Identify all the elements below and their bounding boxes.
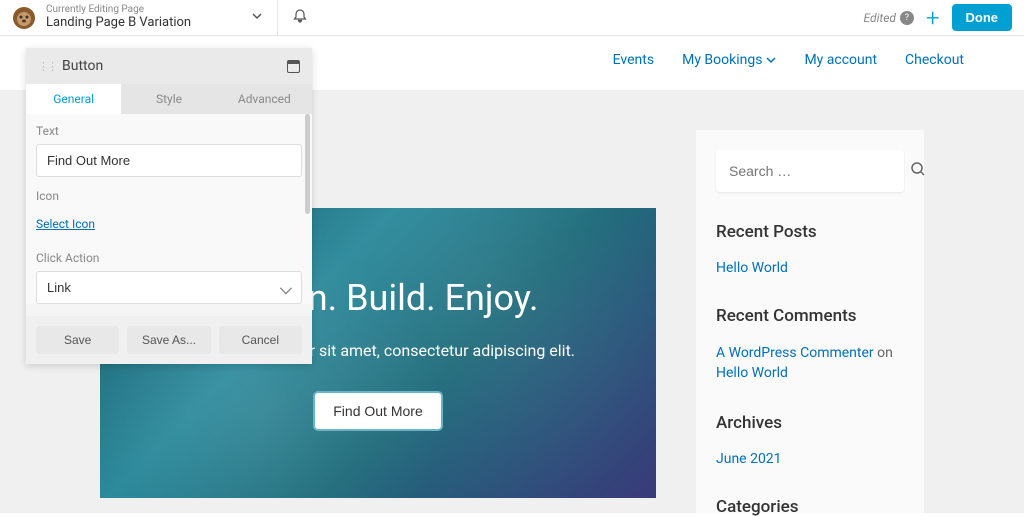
responsive-icon[interactable] — [287, 60, 300, 73]
search-box[interactable] — [716, 150, 904, 192]
text-field-label: Text — [36, 124, 302, 138]
panel-scrollbar[interactable] — [305, 114, 310, 214]
search-icon[interactable] — [910, 161, 926, 181]
categories-title: Categories — [716, 497, 904, 517]
archive-link[interactable]: June 2021 — [716, 451, 904, 467]
click-action-label: Click Action — [36, 251, 302, 265]
nav-bookings[interactable]: My Bookings — [682, 52, 776, 68]
comment-post-link[interactable]: Hello World — [716, 365, 788, 381]
tab-general[interactable]: General — [26, 84, 121, 114]
editing-label: Currently Editing Page — [46, 5, 191, 15]
nav-account[interactable]: My account — [804, 52, 877, 68]
commenter-link[interactable]: A WordPress Commenter — [716, 345, 874, 361]
nav-events[interactable]: Events — [613, 52, 654, 68]
page-title: Landing Page B Variation — [46, 15, 191, 30]
archives-title: Archives — [716, 413, 904, 433]
select-icon-link[interactable]: Select Icon — [36, 209, 302, 239]
topbar: Currently Editing Page Landing Page B Va… — [0, 0, 1024, 36]
panel-header[interactable]: ⋮⋮ Button — [26, 48, 312, 84]
edited-status: Edited ? — [864, 11, 914, 25]
hero-cta-button[interactable]: Find Out More — [315, 393, 440, 429]
sidebar: Recent Posts Hello World Recent Comments… — [696, 130, 924, 513]
panel-actions: Save Save As... Cancel — [26, 316, 312, 364]
settings-panel: ⋮⋮ Button General Style Advanced Text Ic… — [26, 48, 312, 364]
divider — [277, 0, 278, 36]
tab-style[interactable]: Style — [121, 84, 216, 114]
panel-body: Text Icon Select Icon Click Action — [26, 114, 312, 304]
notification-bell-icon[interactable] — [292, 8, 308, 28]
add-button[interactable]: + — [926, 4, 940, 32]
cancel-button[interactable]: Cancel — [219, 326, 302, 354]
done-button[interactable]: Done — [952, 4, 1013, 31]
panel-tabs: General Style Advanced — [26, 84, 312, 114]
click-action-select[interactable] — [36, 271, 302, 304]
text-field-input[interactable] — [36, 144, 302, 177]
recent-comments-title: Recent Comments — [716, 306, 904, 326]
site-nav: Events My Bookings My account Checkout — [613, 52, 964, 68]
recent-comment: A WordPress Commenter on Hello World — [716, 344, 904, 383]
page-info: Currently Editing Page Landing Page B Va… — [46, 5, 191, 30]
tab-advanced[interactable]: Advanced — [217, 84, 312, 114]
panel-title: Button — [62, 58, 287, 74]
recent-posts-title: Recent Posts — [716, 222, 904, 242]
chevron-down-icon — [766, 55, 776, 65]
page-dropdown[interactable] — [251, 10, 263, 25]
save-as-button[interactable]: Save As... — [127, 326, 210, 354]
nav-checkout[interactable]: Checkout — [905, 52, 964, 68]
help-icon[interactable]: ? — [900, 11, 914, 25]
drag-handle-icon[interactable]: ⋮⋮ — [38, 60, 56, 73]
save-button[interactable]: Save — [36, 326, 119, 354]
recent-post-link[interactable]: Hello World — [716, 260, 904, 276]
icon-field-label: Icon — [36, 189, 302, 203]
beaver-logo[interactable] — [12, 6, 36, 30]
search-input[interactable] — [729, 163, 910, 179]
